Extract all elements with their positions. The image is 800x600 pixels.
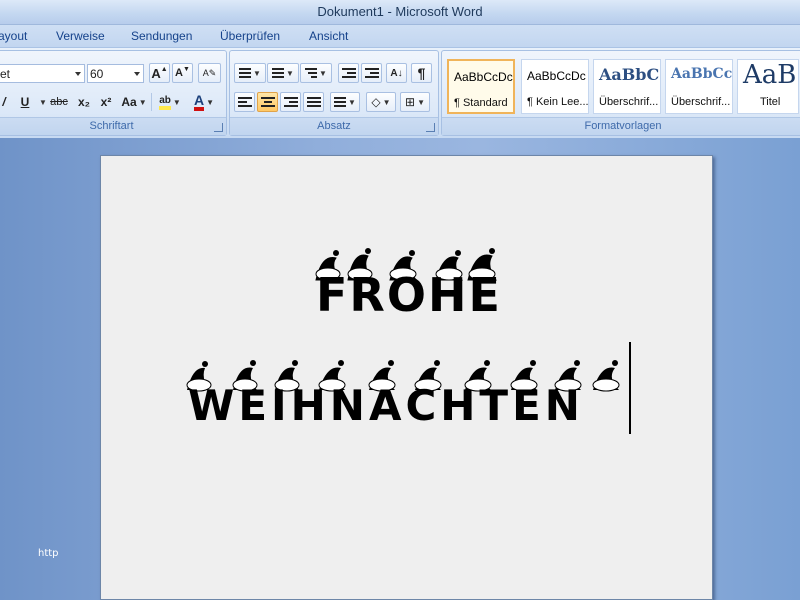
- show-marks-button[interactable]: ¶: [411, 63, 432, 83]
- change-case-icon: Aa: [121, 95, 137, 109]
- clear-formatting-button[interactable]: A✎: [198, 63, 221, 83]
- line-spacing-button[interactable]: ▼: [330, 92, 360, 112]
- strikethrough-button[interactable]: abc: [47, 92, 71, 112]
- divider: [151, 93, 152, 111]
- bullet-list-icon: [239, 66, 252, 80]
- document-text-line-1[interactable]: FROHE: [316, 268, 502, 322]
- font-size-combo[interactable]: 60: [87, 64, 144, 83]
- superscript-icon: x²: [100, 95, 112, 109]
- style-sample: AaB: [743, 60, 797, 90]
- tab-sendungen[interactable]: Sendungen: [131, 29, 192, 43]
- underline-button[interactable]: U: [15, 92, 35, 112]
- tab-verweise[interactable]: Verweise: [56, 29, 105, 43]
- font-family-value: et: [0, 67, 11, 81]
- window-title: Dokument1 - Microsoft Word: [317, 4, 483, 19]
- tab-ansicht[interactable]: Ansicht: [309, 29, 348, 43]
- style-sample: AaBbCcDc: [527, 69, 586, 83]
- styles-group: AaBbCcDc ¶ Standard AaBbCcDc ¶ Kein Lee.…: [441, 50, 800, 136]
- italic-button[interactable]: /: [0, 92, 11, 112]
- paragraph-group-label: Absatz: [230, 117, 438, 135]
- font-color-icon: A: [193, 93, 205, 111]
- style-name: ¶ Standard: [454, 97, 508, 109]
- style-name: ¶ Kein Lee...: [527, 96, 589, 108]
- styles-group-label: Formatvorlagen: [442, 117, 800, 135]
- font-family-combo[interactable]: et: [0, 64, 85, 83]
- superscript-button[interactable]: x²: [96, 92, 116, 112]
- grow-font-icon: A: [151, 65, 161, 81]
- increase-indent-icon: [364, 66, 379, 80]
- font-size-value: 60: [90, 67, 104, 81]
- style-name: Überschrif...: [671, 96, 731, 108]
- style-titel[interactable]: AaB Titel: [737, 59, 799, 114]
- style-ueberschrift-2[interactable]: AaBbCc Überschrif...: [665, 59, 733, 114]
- numbered-list-icon: [272, 66, 285, 80]
- numbering-button[interactable]: ▼: [267, 63, 299, 83]
- chevron-down-icon[interactable]: [134, 72, 140, 76]
- borders-button[interactable]: ⊞ ▼: [400, 92, 430, 112]
- sort-icon: A↓: [390, 67, 403, 79]
- sort-button[interactable]: A↓: [386, 63, 407, 83]
- decrease-indent-button[interactable]: [338, 63, 359, 83]
- underline-icon: U: [20, 95, 30, 109]
- ribbon-tabs: ayout Verweise Sendungen Überprüfen Ansi…: [0, 25, 800, 47]
- align-left-icon: [237, 95, 252, 109]
- align-left-button[interactable]: [234, 92, 255, 112]
- strikethrough-icon: abc: [50, 96, 68, 108]
- align-center-icon: [260, 95, 275, 109]
- justify-button[interactable]: [303, 92, 324, 112]
- tab-ueberpruefen[interactable]: Überprüfen: [220, 29, 280, 43]
- tab-layout[interactable]: ayout: [0, 29, 27, 43]
- subscript-icon: x₂: [77, 95, 90, 109]
- multilevel-list-button[interactable]: ▼: [300, 63, 332, 83]
- subscript-button[interactable]: x₂: [74, 92, 94, 112]
- increase-indent-button[interactable]: [361, 63, 382, 83]
- align-right-icon: [283, 95, 298, 109]
- font-group-label: Schriftart: [0, 117, 226, 135]
- style-standard[interactable]: AaBbCcDc ¶ Standard: [447, 59, 515, 114]
- shading-button[interactable]: ◇ ▼: [366, 92, 396, 112]
- style-sample: AaBbCc: [671, 66, 733, 82]
- chevron-down-icon[interactable]: ▼: [39, 98, 47, 107]
- font-color-button[interactable]: A ▼: [189, 92, 219, 112]
- dialog-launcher-icon[interactable]: [426, 123, 435, 132]
- line-spacing-icon: [334, 95, 347, 109]
- italic-icon: /: [2, 95, 6, 109]
- change-case-button[interactable]: Aa ▼: [120, 92, 148, 112]
- highlighter-icon: ab: [159, 95, 171, 110]
- style-name: Titel: [760, 96, 781, 108]
- text-cursor: [629, 342, 631, 434]
- highlight-button[interactable]: ab ▼: [155, 92, 185, 112]
- style-kein-leerraum[interactable]: AaBbCcDc ¶ Kein Lee...: [521, 59, 589, 114]
- shrink-font-button[interactable]: A ▼: [172, 63, 193, 83]
- clear-formatting-icon: A✎: [202, 67, 217, 78]
- style-ueberschrift-1[interactable]: AaBbC Überschrif...: [593, 59, 661, 114]
- pilcrow-icon: ¶: [417, 65, 426, 81]
- shrink-font-icon: A: [175, 67, 183, 79]
- dialog-launcher-icon[interactable]: [214, 123, 223, 132]
- borders-icon: ⊞: [405, 95, 416, 109]
- title-bar: Dokument1 - Microsoft Word: [0, 0, 800, 25]
- paragraph-group: ▼ ▼ ▼ A↓ ¶ ▼ ◇ ▼ ⊞ ▼ Absatz: [229, 50, 439, 136]
- font-group: et 60 A ▲ A ▼ A✎ / U ▼ abc x₂ x² Aa ▼ ab…: [0, 50, 227, 136]
- watermark-text: http: [38, 548, 59, 559]
- style-sample: AaBbC: [599, 65, 660, 84]
- multilevel-list-icon: [305, 66, 318, 80]
- document-text-line-2[interactable]: WEIHNACHTEN: [188, 381, 584, 430]
- ribbon: et 60 A ▲ A ▼ A✎ / U ▼ abc x₂ x² Aa ▼ ab…: [0, 47, 800, 139]
- align-center-button[interactable]: [257, 92, 278, 112]
- bullets-button[interactable]: ▼: [234, 63, 266, 83]
- style-sample: AaBbCcDc: [454, 70, 513, 84]
- grow-font-button[interactable]: A ▲: [149, 63, 170, 83]
- align-right-button[interactable]: [280, 92, 301, 112]
- chevron-down-icon[interactable]: [75, 72, 81, 76]
- decrease-indent-icon: [341, 66, 356, 80]
- justify-icon: [306, 95, 321, 109]
- style-name: Überschrif...: [599, 96, 659, 108]
- paint-bucket-icon: ◇: [371, 95, 381, 109]
